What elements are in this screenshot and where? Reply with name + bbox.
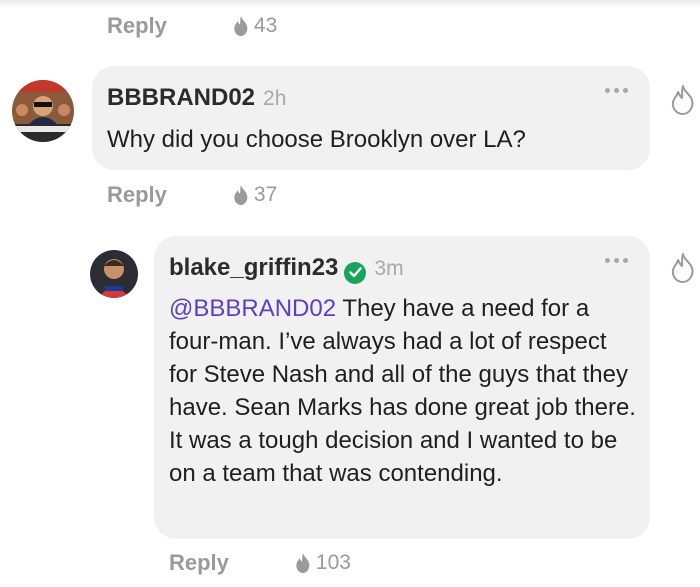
- comment-header: blake_griffin23 3m: [169, 254, 404, 284]
- fire-icon: [234, 16, 248, 36]
- fire-count: 37: [253, 183, 278, 206]
- fire-icon: [234, 185, 248, 205]
- comment-bubble: BBBRAND02 2h Why did you choose Brooklyn…: [92, 66, 650, 170]
- avatar-image: [12, 80, 74, 142]
- flame-outline-icon[interactable]: [668, 252, 698, 284]
- prev-comment-actions: Reply 43: [107, 11, 277, 41]
- avatar[interactable]: [90, 250, 138, 298]
- more-dots-icon: [605, 88, 610, 93]
- timestamp: 2h: [263, 87, 287, 110]
- comment-actions: Reply 37: [107, 180, 277, 210]
- avatar[interactable]: [12, 80, 74, 142]
- comment-text: @BBBRAND02 They have a need for a four-m…: [169, 292, 639, 490]
- username[interactable]: blake_griffin23: [169, 254, 338, 282]
- top-divider: [0, 0, 700, 8]
- reply-button[interactable]: Reply: [107, 182, 167, 208]
- more-options-button[interactable]: [605, 258, 628, 263]
- verified-check-icon: [344, 261, 367, 284]
- flame-outline-icon[interactable]: [668, 84, 698, 116]
- more-dots-icon: [605, 258, 610, 263]
- comment-header: BBBRAND02 2h: [107, 84, 286, 112]
- username[interactable]: BBBRAND02: [107, 84, 255, 112]
- fire-reaction[interactable]: 103: [295, 551, 351, 575]
- reply-button[interactable]: Reply: [169, 550, 229, 576]
- reply-button[interactable]: Reply: [107, 13, 167, 39]
- avatar-image: [90, 250, 138, 298]
- timestamp: 3m: [374, 257, 404, 280]
- user-mention[interactable]: @BBBRAND02: [169, 295, 336, 322]
- comment-actions: Reply 103: [169, 548, 351, 578]
- fire-reaction[interactable]: 37: [233, 183, 277, 207]
- fire-reaction[interactable]: 43: [233, 14, 277, 38]
- comment-bubble: blake_griffin23 3m @BBBRAND02 They have …: [154, 236, 650, 539]
- fire-count: 103: [315, 551, 351, 574]
- more-options-button[interactable]: [605, 88, 628, 93]
- fire-icon: [296, 553, 310, 573]
- fire-count: 43: [253, 14, 278, 37]
- comment-text: Why did you choose Brooklyn over LA?: [107, 126, 526, 153]
- comment-body: They have a need for a four-man. I’ve al…: [169, 295, 636, 487]
